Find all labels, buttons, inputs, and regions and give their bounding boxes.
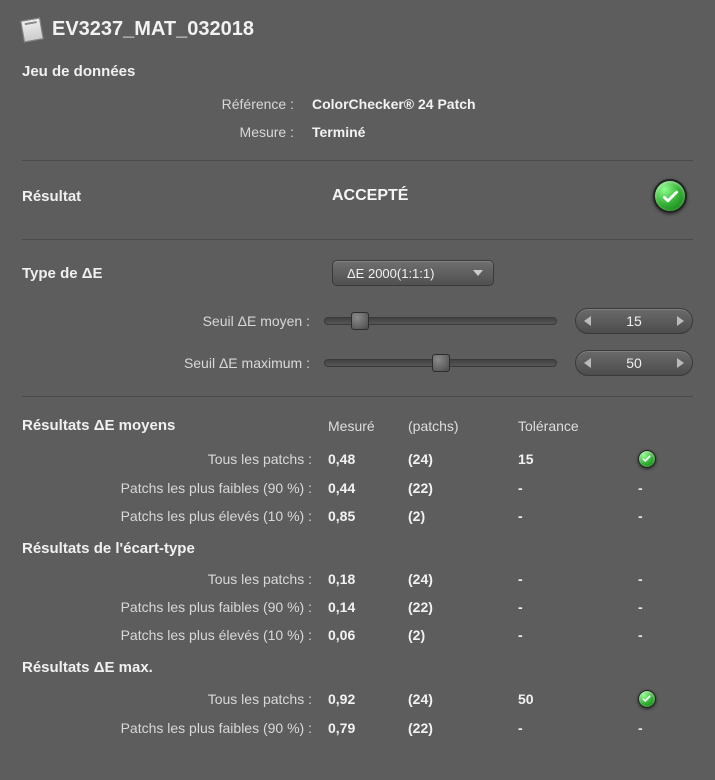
- result-patches: (22): [408, 599, 518, 615]
- result-row-label: Tous les patchs :: [22, 451, 328, 467]
- dataset-heading: Jeu de données: [22, 63, 693, 80]
- result-row-label: Patchs les plus faibles (90 %) :: [22, 480, 328, 496]
- page-title: EV3237_MAT_032018: [52, 18, 254, 41]
- result-measure: 0,06: [328, 627, 408, 643]
- result-status: [638, 690, 693, 708]
- result-row: Patchs les plus élevés (10 %) :0,85(2)--: [22, 502, 693, 530]
- result-measure: 0,44: [328, 480, 408, 496]
- result-row: Tous les patchs :0,92(24)50: [22, 684, 693, 714]
- avg-threshold-spinner[interactable]: 15: [575, 308, 693, 334]
- result-row-label: Patchs les plus faibles (90 %) :: [22, 599, 328, 615]
- avg-threshold-value: 15: [591, 313, 677, 329]
- column-patches: (patchs): [408, 418, 518, 434]
- result-tolerance: -: [518, 480, 638, 496]
- result-row-label: Patchs les plus élevés (10 %) :: [22, 508, 328, 524]
- result-measure: 0,92: [328, 691, 408, 707]
- reference-label: Référence :: [22, 96, 312, 112]
- measure-value: Terminé: [312, 124, 365, 140]
- status-dash: -: [638, 508, 643, 524]
- header: EV3237_MAT_032018: [22, 18, 693, 41]
- status-dash: -: [638, 571, 643, 587]
- result-patches: (22): [408, 480, 518, 496]
- result-row-label: Patchs les plus faibles (90 %) :: [22, 720, 328, 736]
- status-dash: -: [638, 720, 643, 736]
- delta-type-select[interactable]: ΔE 2000(1:1:1): [332, 260, 494, 286]
- result-patches: (24): [408, 571, 518, 587]
- result-tolerance: -: [518, 571, 638, 587]
- document-icon: [20, 17, 44, 42]
- result-patches: (24): [408, 451, 518, 467]
- result-status: -: [638, 720, 693, 736]
- result-row-label: Tous les patchs :: [22, 691, 328, 707]
- result-status: [638, 450, 693, 468]
- result-status: -: [638, 508, 693, 524]
- result-value: ACCEPTÉ: [332, 187, 653, 205]
- decrement-icon[interactable]: [584, 358, 591, 368]
- chevron-down-icon: [473, 270, 483, 276]
- check-icon: [638, 450, 656, 468]
- column-tolerance: Tolérance: [518, 418, 638, 434]
- result-tolerance: 15: [518, 451, 638, 467]
- result-measure: 0,14: [328, 599, 408, 615]
- result-row: Patchs les plus faibles (90 %) :0,79(22)…: [22, 714, 693, 742]
- divider: [22, 160, 693, 161]
- divider: [22, 396, 693, 397]
- result-measure: 0,79: [328, 720, 408, 736]
- result-label: Résultat: [22, 188, 332, 205]
- slider-thumb[interactable]: [432, 354, 450, 372]
- max-threshold-spinner[interactable]: 50: [575, 350, 693, 376]
- decrement-icon[interactable]: [584, 316, 591, 326]
- max-threshold-label: Seuil ΔE maximum :: [22, 355, 324, 371]
- max-threshold-slider[interactable]: [324, 359, 557, 367]
- result-patches: (2): [408, 508, 518, 524]
- avg-threshold-slider[interactable]: [324, 317, 557, 325]
- result-row-label: Patchs les plus élevés (10 %) :: [22, 627, 328, 643]
- result-tolerance: -: [518, 599, 638, 615]
- result-patches: (24): [408, 691, 518, 707]
- result-row: Tous les patchs :0,48(24)15: [22, 444, 693, 474]
- result-tolerance: -: [518, 627, 638, 643]
- result-row-label: Tous les patchs :: [22, 571, 328, 587]
- result-patches: (2): [408, 627, 518, 643]
- measure-label: Mesure :: [22, 124, 312, 140]
- result-row: Tous les patchs :0,18(24)--: [22, 565, 693, 593]
- delta-type-selected: ΔE 2000(1:1:1): [347, 266, 434, 281]
- column-measure: Mesuré: [328, 418, 408, 434]
- result-status: -: [638, 599, 693, 615]
- result-measure: 0,48: [328, 451, 408, 467]
- result-tolerance: -: [518, 720, 638, 736]
- result-measure: 0,18: [328, 571, 408, 587]
- result-patches: (22): [408, 720, 518, 736]
- increment-icon[interactable]: [677, 358, 684, 368]
- status-dash: -: [638, 627, 643, 643]
- result-tolerance: 50: [518, 691, 638, 707]
- result-status: -: [638, 571, 693, 587]
- result-measure: 0,85: [328, 508, 408, 524]
- avg-threshold-label: Seuil ΔE moyen :: [22, 313, 324, 329]
- result-row: Patchs les plus élevés (10 %) :0,06(2)--: [22, 621, 693, 649]
- results-section-heading: Résultats de l'écart-type: [22, 530, 693, 565]
- results-section-heading: Résultats ΔE moyens: [22, 417, 328, 434]
- status-dash: -: [638, 480, 643, 496]
- increment-icon[interactable]: [677, 316, 684, 326]
- check-icon: [653, 179, 687, 213]
- slider-thumb[interactable]: [351, 312, 369, 330]
- reference-value: ColorChecker® 24 Patch: [312, 96, 476, 112]
- delta-type-label: Type de ΔE: [22, 265, 332, 282]
- result-status: -: [638, 480, 693, 496]
- result-tolerance: -: [518, 508, 638, 524]
- max-threshold-value: 50: [591, 355, 677, 371]
- status-dash: -: [638, 599, 643, 615]
- result-row: Patchs les plus faibles (90 %) :0,44(22)…: [22, 474, 693, 502]
- check-icon: [638, 690, 656, 708]
- divider: [22, 239, 693, 240]
- result-row: Patchs les plus faibles (90 %) :0,14(22)…: [22, 593, 693, 621]
- results-section-heading: Résultats ΔE max.: [22, 649, 693, 684]
- result-status: -: [638, 627, 693, 643]
